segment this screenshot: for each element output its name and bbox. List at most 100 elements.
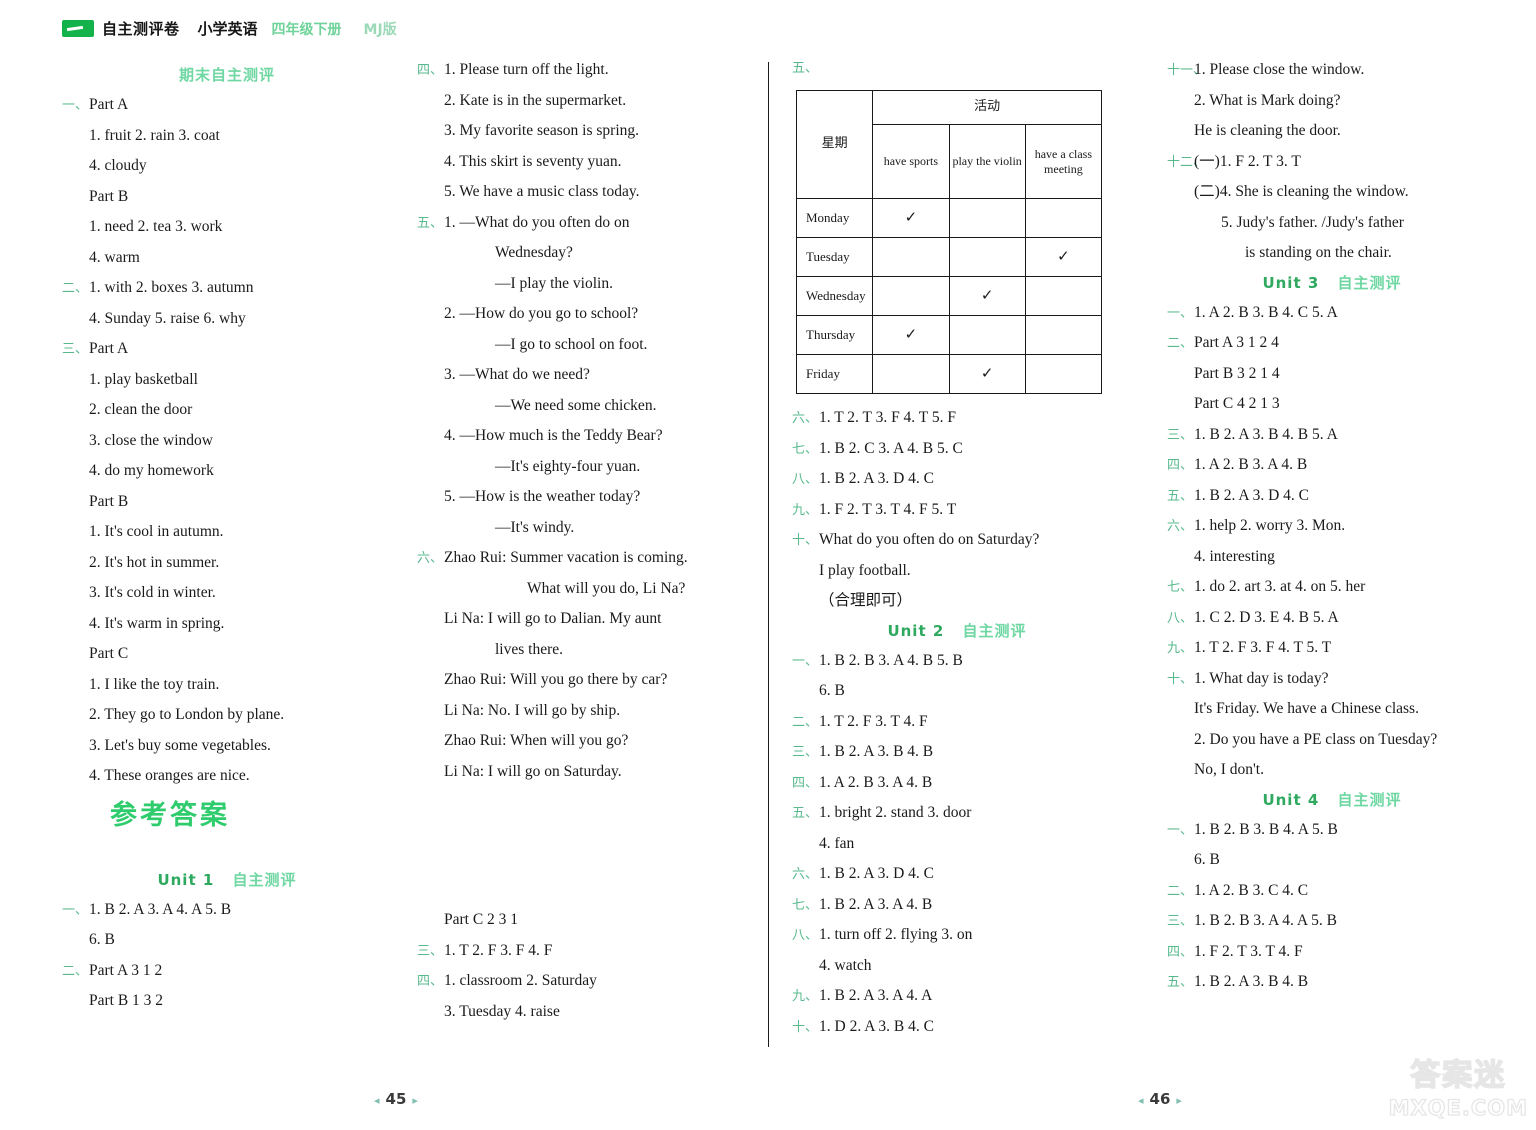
answer-line: 六、 1. help 2. worry 3. Mon. bbox=[1167, 518, 1497, 534]
table-header-activity: 活动 bbox=[872, 90, 1102, 125]
answer-line-text: 1. Please turn off the light. bbox=[444, 61, 609, 78]
answer-line-text: 5. We have a music class today. bbox=[444, 183, 640, 200]
folio-tick-right-icon: ▸ bbox=[412, 1094, 418, 1107]
answer-line-text: 5. Judy's father. /Judy's father bbox=[1221, 213, 1404, 231]
answer-line: Wednesday? bbox=[417, 245, 747, 261]
answer-line-text: 1. F 2. T 3. T 4. F bbox=[1194, 942, 1303, 960]
section-marker: 一、 bbox=[1167, 305, 1194, 321]
answer-line-text: 1. A 2. B 3. A 4. B bbox=[819, 773, 933, 791]
column-2: 四、 1. Please turn off the light. 2. Kate i… bbox=[417, 62, 747, 1034]
answer-line-text: 1. T 2. F 3. F 4. F bbox=[444, 941, 553, 959]
section-marker: 四、 bbox=[1167, 944, 1194, 960]
answer-line-text: 1. —What do you often do on bbox=[444, 213, 630, 231]
answer-line: 二、 Part A 3 1 2 bbox=[62, 961, 392, 979]
answer-line-text: 2. They go to London by plane. bbox=[89, 706, 285, 723]
section-marker: 九、 bbox=[792, 989, 819, 1004]
section-marker: 三、 bbox=[1167, 914, 1194, 929]
section-marker: 六、 bbox=[792, 411, 819, 426]
answer-line-text: 1. B 2. A 3. B 4. B 5. A bbox=[1194, 425, 1338, 443]
section-marker: 一、 bbox=[62, 902, 89, 918]
answer-line-text: lives there. bbox=[495, 640, 564, 658]
answer-line-text: Part A 3 1 2 bbox=[89, 961, 163, 979]
answer-line: 2. —How do you go to school? bbox=[417, 306, 747, 322]
answer-line-text: 1. I like the toy train. bbox=[89, 675, 220, 693]
section-marker: 八、 bbox=[792, 928, 819, 943]
answer-line: 九、 1. B 2. A 3. A 4. A bbox=[792, 988, 1122, 1004]
answer-line-text: 1. Please close the window. bbox=[1194, 61, 1365, 78]
section-marker: 二、 bbox=[1167, 883, 1194, 899]
answer-line: 1. need 2. tea 3. work bbox=[62, 219, 392, 235]
answer-line-text: 1. C 2. D 3. E 4. B 5. A bbox=[1194, 608, 1339, 626]
answer-line: Li Na: I will go on Saturday. bbox=[417, 763, 747, 780]
answer-line: 六、 1. B 2. A 3. D 4. C bbox=[792, 866, 1122, 882]
answer-line-text: —I play the violin. bbox=[495, 274, 613, 292]
answer-line-text: He is cleaning the door. bbox=[1194, 122, 1341, 139]
answer-line: 2. It's hot in summer. bbox=[62, 554, 392, 571]
answer-line-text: 1. A 2. B 3. A 4. B bbox=[1194, 456, 1308, 473]
answer-line-text: 2. clean the door bbox=[89, 401, 193, 418]
answer-line-text: (二)4. She is cleaning the window. bbox=[1194, 183, 1409, 200]
answer-line-text: Part B 3 2 1 4 bbox=[1194, 364, 1280, 382]
col3-answer-list: 六、 1. T 2. T 3. F 4. T 5. F 七、 1. B 2. C 3.… bbox=[792, 410, 1122, 609]
answer-line: 一、 1. A 2. B 3. B 4. C 5. A bbox=[1167, 303, 1497, 321]
section-marker: 二、 bbox=[62, 281, 89, 296]
answer-line-text: 1. B 2. B 3. A 4. B 5. B bbox=[819, 651, 963, 669]
answer-line: 八、 1. B 2. A 3. D 4. C bbox=[792, 471, 1122, 487]
unit-4-answer-list: 一、 1. B 2. B 3. B 4. A 5. B 6. B 二、 1. A 2. … bbox=[1167, 821, 1497, 990]
answer-line: 二、 1. A 2. B 3. C 4. C bbox=[1167, 882, 1497, 899]
answer-line-text: 1. A 2. B 3. B 4. C 5. A bbox=[1194, 303, 1338, 321]
answer-line-text: 4. It's warm in spring. bbox=[89, 614, 225, 632]
answer-line-text: 1. B 2. A 3. D 4. C bbox=[1194, 486, 1309, 504]
answer-line: 一、 1. B 2. B 3. B 4. A 5. B bbox=[1167, 821, 1497, 838]
answer-line-text: 1. B 2. A 3. D 4. C bbox=[819, 865, 934, 882]
table-row: Thursday ✓ bbox=[795, 315, 1103, 355]
masthead-edition: MJ版 bbox=[363, 21, 397, 38]
page-number-right: ◂ 46 ▸ bbox=[1132, 1090, 1188, 1108]
answer-line: 四、 1. F 2. T 3. T 4. F bbox=[1167, 942, 1497, 960]
answer-line-text: 1. B 2. A 3. A 4. A 5. B bbox=[89, 900, 232, 918]
answer-line: 1. It's cool in autumn. bbox=[62, 524, 392, 540]
answer-line-text: 1. play basketball bbox=[89, 370, 198, 388]
answer-line: No, I don't. bbox=[1167, 762, 1497, 778]
answer-line: 七、 1. B 2. A 3. A 4. B bbox=[792, 896, 1122, 913]
answer-line-text: 2. —How do you go to school? bbox=[444, 305, 639, 322]
answer-line: Part B 1 3 2 bbox=[62, 993, 392, 1009]
answer-line: 1. fruit 2. rain 3. coat bbox=[62, 127, 392, 144]
answer-line: 三、 1. B 2. A 3. B 4. B bbox=[792, 744, 1122, 760]
table-cell-check bbox=[1024, 198, 1103, 238]
masthead-grade: 四年级下册 bbox=[271, 21, 342, 38]
table-col-have-a-class-meeting: have a class meeting bbox=[1024, 124, 1103, 199]
answer-line-text: 4. —How much is the Teddy Bear? bbox=[444, 427, 663, 444]
table-row: Wednesday ✓ bbox=[795, 276, 1103, 316]
table-cell-check: ✓ bbox=[948, 276, 1026, 316]
answer-line-text: —We need some chicken. bbox=[495, 396, 657, 414]
section-marker: 六、 bbox=[1167, 519, 1194, 534]
answer-line: 3. close the window bbox=[62, 432, 392, 449]
answer-line-text: 1. B 2. A 3. B 4. B bbox=[1194, 973, 1309, 990]
answer-line: 十一、 1. Please close the window. bbox=[1167, 62, 1497, 78]
section-marker: 五、 bbox=[417, 215, 444, 231]
answer-line-text: 1. B 2. A 3. A 4. A bbox=[819, 987, 933, 1004]
unit-4-label: Unit 4 bbox=[1262, 790, 1320, 809]
answer-line: 5. We have a music class today. bbox=[417, 184, 747, 200]
answer-line-text: 1. F 2. T 3. T 4. F 5. T bbox=[819, 500, 957, 518]
answer-line-text: 4. interesting bbox=[1194, 547, 1275, 565]
answer-line: 4. cloudy bbox=[62, 158, 392, 174]
unit-2-answer-list: 一、 1. B 2. B 3. A 4. B 5. B 6. B 二、 1. T 2. … bbox=[792, 651, 1122, 1035]
answer-line: 六、 Zhao Rui: Summer vacation is coming. bbox=[417, 550, 747, 566]
section-marker: 八、 bbox=[792, 472, 819, 487]
answer-line: 三、 Part A bbox=[62, 341, 392, 357]
section-marker: 十、 bbox=[1167, 671, 1194, 687]
answer-line: 三、 1. B 2. A 3. B 4. B 5. A bbox=[1167, 425, 1497, 443]
answer-line: Part C bbox=[62, 646, 392, 662]
answer-line-text: —It's eighty-four yuan. bbox=[495, 457, 641, 475]
section-marker: 四、 bbox=[1167, 458, 1194, 473]
unit-3-label: Unit 3 bbox=[1262, 273, 1320, 292]
answer-line-text: 2. Do you have a PE class on Tuesday? bbox=[1194, 730, 1438, 748]
section-marker: 三、 bbox=[1167, 427, 1194, 443]
answer-line: 十、 What do you often do on Saturday? bbox=[792, 532, 1122, 548]
answer-line-text: 1. do 2. art 3. at 4. on 5. her bbox=[1194, 578, 1366, 595]
answer-line-text: Part C bbox=[89, 645, 129, 662]
answer-line: 4. Sunday 5. raise 6. why bbox=[62, 310, 392, 327]
answer-line-text: Wednesday? bbox=[495, 244, 573, 261]
